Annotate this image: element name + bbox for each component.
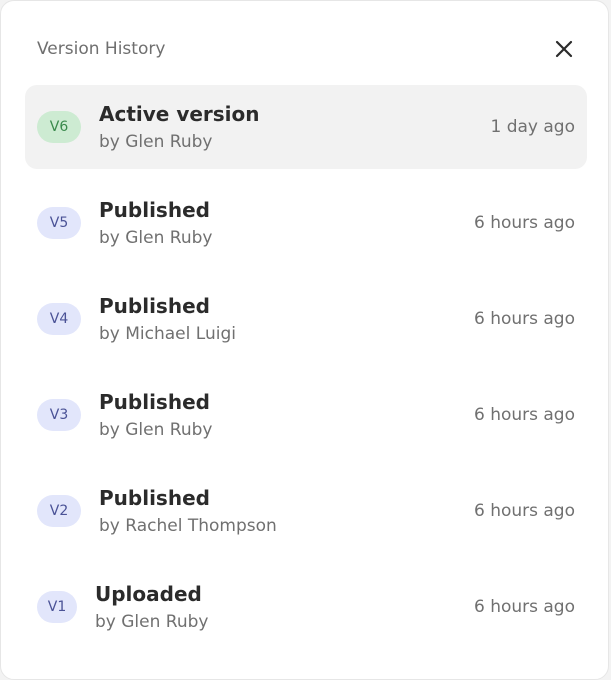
version-row-v5[interactable]: V5 Published by Glen Ruby 6 hours ago xyxy=(25,181,587,265)
version-author: by Glen Ruby xyxy=(99,228,213,248)
version-history-dialog: Version History V6 Active version by Gle… xyxy=(0,0,609,680)
version-badge: V5 xyxy=(37,207,81,239)
version-title: Published xyxy=(99,486,210,510)
dialog-title: Version History xyxy=(37,39,166,59)
version-time: 6 hours ago xyxy=(473,405,575,425)
version-time: 6 hours ago xyxy=(473,309,575,329)
version-row-v4[interactable]: V4 Published by Michael Luigi 6 hours ag… xyxy=(25,277,587,361)
version-time: 6 hours ago xyxy=(473,501,575,521)
version-row-v3[interactable]: V3 Published by Glen Ruby 6 hours ago xyxy=(25,373,587,457)
version-time: 6 hours ago xyxy=(473,597,575,617)
version-badge: V1 xyxy=(37,591,77,623)
version-badge: V2 xyxy=(37,495,81,527)
version-title: Published xyxy=(99,198,210,222)
close-icon xyxy=(555,40,573,58)
version-row-v1[interactable]: V1 Uploaded by Glen Ruby 6 hours ago xyxy=(25,565,587,649)
version-title: Active version xyxy=(99,102,260,126)
version-author: by Rachel Thompson xyxy=(99,516,277,536)
version-badge: V4 xyxy=(37,303,81,335)
version-author: by Glen Ruby xyxy=(99,132,213,152)
version-badge: V6 xyxy=(37,111,81,143)
version-author: by Glen Ruby xyxy=(95,612,209,632)
version-row-v6[interactable]: V6 Active version by Glen Ruby 1 day ago xyxy=(25,85,587,169)
version-author: by Glen Ruby xyxy=(99,420,213,440)
version-row-v2[interactable]: V2 Published by Rachel Thompson 6 hours … xyxy=(25,469,587,553)
close-button[interactable] xyxy=(553,38,575,60)
version-badge: V3 xyxy=(37,399,81,431)
version-time: 6 hours ago xyxy=(473,213,575,233)
version-author: by Michael Luigi xyxy=(99,324,236,344)
version-title: Published xyxy=(99,390,210,414)
version-time: 1 day ago xyxy=(490,117,575,137)
version-title: Uploaded xyxy=(95,582,202,606)
version-title: Published xyxy=(99,294,210,318)
